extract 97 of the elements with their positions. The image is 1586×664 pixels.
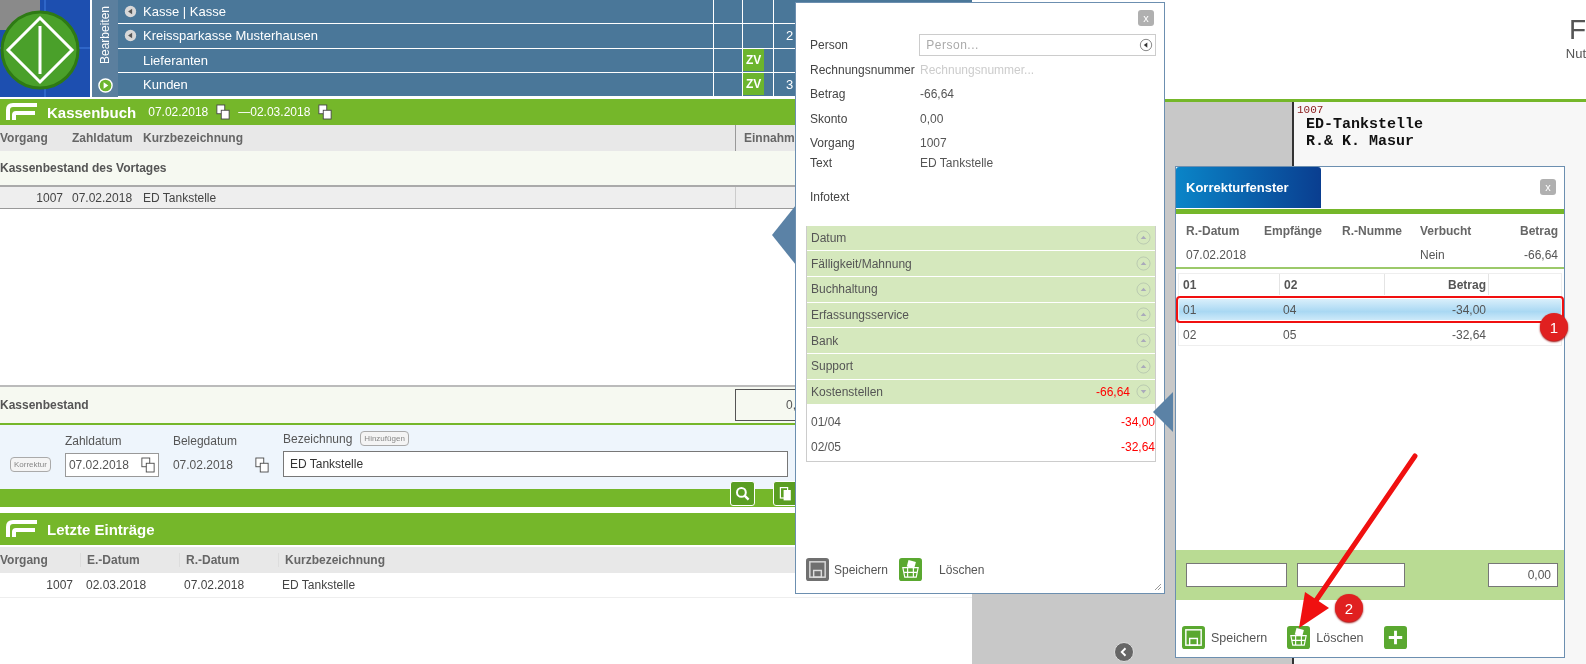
field-value: ED Tankstelle <box>920 155 994 170</box>
basket-icon[interactable] <box>899 558 923 581</box>
date-to: —02.03.2018 <box>238 105 311 119</box>
column-header[interactable]: Vorgang <box>0 553 80 567</box>
input-field[interactable] <box>1186 563 1287 587</box>
nav-item[interactable]: Kreissparkasse Musterhausen <box>118 24 714 48</box>
field-label: Belegdatum <box>172 434 238 448</box>
document-heading: F <box>1568 16 1586 44</box>
column-header[interactable]: Kurzbezeichnung <box>143 131 735 145</box>
column-header[interactable]: 01 <box>1179 277 1279 292</box>
column-header[interactable]: Zahldatum <box>72 131 143 145</box>
basket-icon[interactable] <box>1287 626 1311 649</box>
accordion-section[interactable]: Bank <box>807 328 1155 354</box>
field-label: Infotext <box>810 190 851 205</box>
button-label[interactable]: Speichern <box>1211 630 1268 645</box>
column-header[interactable]: Betrag <box>1384 274 1488 295</box>
chevron-icon[interactable] <box>1136 384 1151 400</box>
calendar-icon[interactable] <box>318 104 333 120</box>
brand-icon <box>5 519 39 539</box>
nav-count: 3 <box>786 76 794 92</box>
document-text: R.& K. Masur <box>1306 133 1416 150</box>
save-icon[interactable] <box>806 558 829 581</box>
column-header[interactable]: Betrag <box>1510 224 1558 238</box>
calendar-icon[interactable] <box>254 457 269 473</box>
table-cell-text: 07.02.2018 <box>72 190 134 205</box>
column-header[interactable]: Vorgang <box>0 131 72 145</box>
accordion-section[interactable]: Datum <box>807 225 1155 252</box>
add-icon[interactable] <box>1383 626 1407 649</box>
callout-pointer <box>772 205 796 265</box>
logo-icon[interactable] <box>0 0 90 97</box>
button-label[interactable]: Speichern <box>834 562 889 577</box>
document-subheading: Nut <box>1565 46 1586 61</box>
field-value: 1007 <box>920 136 947 151</box>
opening-balance-label: Kassenbestand des Vortages <box>0 161 167 175</box>
table-cell-text: ED Tankstelle <box>281 578 356 592</box>
split-row[interactable]: 01 04 -34,00 <box>1179 299 1561 320</box>
window-title: Korrekturfenster <box>1176 167 1321 208</box>
cost-center-amount: -32,64 <box>1120 439 1155 454</box>
column-header[interactable]: E.-Datum <box>80 553 179 567</box>
split-row[interactable]: 02 05 -32,64 <box>1179 324 1509 345</box>
field-value: -66,64 <box>920 87 955 102</box>
field-label: Zahldatum <box>64 434 123 448</box>
field-label: Person <box>810 38 850 53</box>
accordion-section[interactable]: Support <box>807 353 1155 380</box>
table-cell-text: 1007 <box>45 578 74 592</box>
column-header[interactable]: Verbucht <box>1420 224 1510 238</box>
table-cell-text: 1007 <box>35 190 64 205</box>
section-title: Letzte Einträge <box>47 520 155 538</box>
add-button[interactable]: Hinzufügen <box>360 431 409 446</box>
field-label: Bezeichnung <box>282 431 353 446</box>
date-value: 07.02.2018 <box>172 458 233 472</box>
column-header[interactable]: R.-Datum <box>1186 224 1264 238</box>
date-input[interactable]: 07.02.2018 <box>64 453 159 477</box>
total-field[interactable]: 0,00 <box>1488 563 1558 587</box>
button-label[interactable]: Löschen <box>1316 630 1364 645</box>
table-cell-text: 02.03.2018 <box>85 578 148 592</box>
input-field[interactable] <box>1297 563 1405 587</box>
column-header[interactable]: 02 <box>1279 274 1384 295</box>
accordion-section[interactable]: Buchhaltung <box>807 276 1155 303</box>
table-cell-text: Nein <box>1420 248 1446 262</box>
calendar-icon[interactable] <box>216 104 231 120</box>
caret-icon[interactable] <box>1139 38 1153 53</box>
balance-label: Kassenbestand <box>0 398 90 412</box>
field-label: Rechnungsnummer <box>810 62 916 77</box>
field-label: Vorgang <box>810 136 856 151</box>
table-cell-text: ED Tankstelle <box>143 190 218 205</box>
document-number: 1007 <box>1297 104 1325 116</box>
nav-item[interactable]: Lieferanten <box>118 48 714 72</box>
field-value: 0,00 <box>920 111 944 126</box>
table-cell-text: 07.02.2018 <box>1186 248 1248 262</box>
column-header[interactable]: R.-Datum <box>179 553 278 567</box>
document-text: ED-Tankstelle <box>1306 116 1425 133</box>
brand-icon <box>5 102 39 122</box>
table-cell-text: -66,64 <box>1522 248 1558 262</box>
table-cell-text: 07.02.2018 <box>183 578 246 592</box>
correction-button[interactable]: Korrektur <box>10 457 51 472</box>
accordion-section[interactable]: Kostenstellen -66,64 <box>807 379 1155 406</box>
button-label[interactable]: Löschen <box>939 562 985 577</box>
save-icon[interactable] <box>1182 626 1205 649</box>
nav-count: 2 <box>786 28 794 44</box>
text-input[interactable]: ED Tankstelle <box>282 451 788 477</box>
cost-center-code: 02/05 <box>811 439 842 454</box>
section-title: Kassenbuch <box>47 103 137 121</box>
field-label: Betrag <box>810 87 847 102</box>
nav-item[interactable]: Kunden <box>118 72 714 96</box>
cost-center-amount: -34,00 <box>1120 414 1155 429</box>
resize-grip-icon[interactable] <box>1152 581 1162 591</box>
field-label: Skonto <box>810 111 849 126</box>
column-header[interactable]: Einnahm <box>744 131 795 145</box>
accordion-section[interactable]: Erfassungsservice <box>807 302 1155 329</box>
field-label: Text <box>810 155 833 170</box>
accordion-section[interactable]: Fälligkeit/Mahnung <box>807 251 1155 277</box>
column-header[interactable]: Kurzbezeichnung <box>278 553 385 567</box>
column-header[interactable]: R.-Numme <box>1342 224 1420 238</box>
calendar-icon[interactable] <box>140 457 155 473</box>
column-header[interactable]: Empfänge <box>1264 224 1342 238</box>
date-from: 07.02.2018 <box>148 105 209 119</box>
